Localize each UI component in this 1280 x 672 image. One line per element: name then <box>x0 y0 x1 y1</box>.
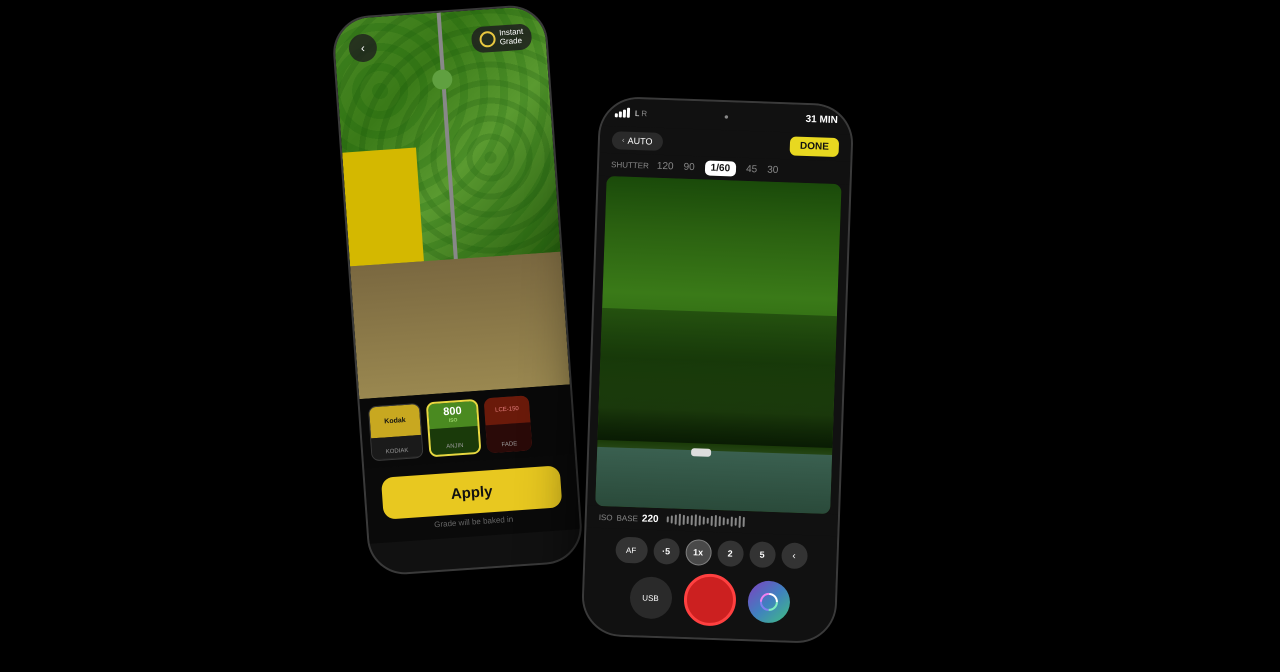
signal-bar-3 <box>623 110 626 118</box>
instant-grade-button[interactable]: InstantGrade <box>471 23 533 53</box>
anjin-number: 800 <box>443 406 462 418</box>
shutter-inner-circle <box>691 581 728 618</box>
anjin-card-top: 800 ISO <box>428 400 478 429</box>
zoom-1x-button[interactable]: 1x <box>685 539 712 566</box>
photo2-boat <box>691 448 711 457</box>
lut-icon <box>758 592 779 613</box>
iso-base-label: BASE <box>616 513 638 523</box>
phone2-status-center: ● <box>724 112 729 121</box>
photo2-water <box>595 446 832 514</box>
signal-bar-4 <box>627 108 630 118</box>
phone2-action-row: USB <box>583 565 836 634</box>
phone2-time: 31 MIN <box>805 113 838 125</box>
signal-bar-1 <box>615 113 618 117</box>
usb-label: USB <box>642 593 659 603</box>
photo-yellow-door <box>342 148 424 267</box>
zoom-back-button[interactable]: ‹ <box>781 542 808 569</box>
fade-card-bottom <box>486 422 533 453</box>
phone-right: L R ● 31 MIN ‹ AUTO DONE SHUTTER 120 <box>581 96 855 645</box>
anjin-card-bottom <box>430 426 480 455</box>
film-card-kodiak[interactable]: Kodak KODIAK <box>368 402 424 460</box>
fade-card-top: LCE-150 <box>484 395 531 426</box>
phone-left: ‹ InstantGrade Kod <box>331 3 585 577</box>
signal-bars <box>615 107 630 118</box>
phone1-filmstrip: Kodak KODIAK 800 ISO ANJIN LCE-150 <box>359 384 574 469</box>
anjin-label: ANJIN <box>446 442 464 449</box>
carrier-label: L <box>635 108 640 117</box>
iso-value[interactable]: 220 <box>642 513 659 525</box>
shutter-val-120[interactable]: 120 <box>657 161 674 173</box>
shutter-val-160-active[interactable]: 1/60 <box>704 160 736 176</box>
shutter-val-90[interactable]: 90 <box>683 162 695 173</box>
phone2-photo-bg <box>595 176 841 514</box>
zoom-5x-button[interactable]: 5 <box>749 541 776 568</box>
carrier-label-2: R <box>641 109 647 118</box>
kodiak-card-top: Kodak <box>369 403 421 438</box>
phone2-status-right: 31 MIN <box>805 113 838 125</box>
mic-icon: ● <box>724 112 729 121</box>
done-button[interactable]: DONE <box>790 136 840 157</box>
anjin-iso: ISO <box>449 417 458 424</box>
instant-grade-icon <box>479 31 496 48</box>
film-card-anjin[interactable]: 800 ISO ANJIN <box>426 398 482 456</box>
fade-label: FADE <box>501 441 517 448</box>
iso-ticks <box>666 513 826 531</box>
auto-button[interactable]: ‹ AUTO <box>612 131 663 151</box>
shutter-values-list: 120 90 1/60 45 30 <box>657 159 779 178</box>
phone2-bottom-controls: AF ·5 1x 2 5 ‹ <box>583 528 838 643</box>
film-card-fade[interactable]: LCE-150 FADE <box>484 395 533 453</box>
shutter-val-45[interactable]: 45 <box>746 164 758 175</box>
shutter-button[interactable] <box>683 573 737 627</box>
phone1-back-button[interactable]: ‹ <box>348 33 378 63</box>
signal-bar-2 <box>619 111 622 117</box>
usb-button[interactable]: USB <box>629 576 672 619</box>
zoom-half-button[interactable]: ·5 <box>653 538 680 565</box>
zoom-2x-button[interactable]: 2 <box>717 540 744 567</box>
af-button[interactable]: AF <box>615 537 648 564</box>
instant-grade-label: InstantGrade <box>499 28 524 47</box>
lut-button[interactable] <box>747 580 790 623</box>
iso-label: ISO <box>599 512 613 521</box>
phone2-signal-group: L R <box>615 107 648 118</box>
photo-ground <box>350 252 570 399</box>
phone1-apply-section: Apply Grade will be baked in <box>364 454 580 544</box>
photo2-trees <box>597 308 836 448</box>
shutter-label: SHUTTER <box>611 160 649 170</box>
phone2-photo-area <box>595 176 841 514</box>
shutter-val-30[interactable]: 30 <box>767 165 779 176</box>
auto-back-arrow: ‹ <box>622 136 625 145</box>
